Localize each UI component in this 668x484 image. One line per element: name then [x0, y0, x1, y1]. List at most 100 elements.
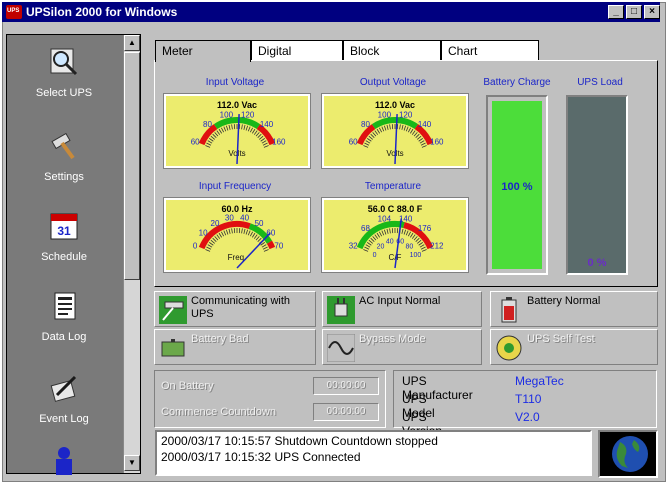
tab-chart[interactable]: Chart	[441, 40, 539, 60]
meter-tick	[401, 228, 404, 234]
meter-tick	[221, 231, 225, 237]
meter-tick-label-inner: 80	[406, 243, 414, 250]
event-log-list[interactable]: 2000/03/17 10:15:57 Shutdown Countdown s…	[155, 430, 592, 476]
meter-tick-label-inner: 40	[386, 239, 394, 246]
log-line: 2000/03/17 10:15:32 UPS Connected	[161, 450, 361, 464]
sidebar-item-schedule[interactable]: 31 Schedule	[7, 205, 121, 283]
meter-tick	[421, 145, 427, 148]
meter-tick	[386, 228, 389, 234]
meter-tick	[374, 130, 379, 135]
ups-app-icon[interactable]	[6, 5, 22, 19]
meter-tick	[381, 126, 385, 132]
meter-tick	[386, 124, 389, 130]
meter-tick	[370, 133, 375, 138]
meter-tick	[207, 244, 213, 248]
output-voltage-meter: 112.0 Vac 6080100120140160Volts	[321, 93, 469, 169]
meter-tick	[368, 135, 373, 140]
ups-load-value: 0 %	[587, 257, 607, 269]
globe-icon	[612, 436, 648, 472]
meter-tick	[403, 125, 407, 131]
sidebar-item-data-log[interactable]: Data Log	[7, 285, 121, 363]
meter-tick	[405, 126, 409, 132]
pen-notepad-icon	[50, 375, 77, 402]
meter-tick	[367, 138, 372, 142]
meter-tick-label: 160	[272, 137, 286, 146]
meter-tick-label: 50	[255, 219, 264, 228]
meter-tick	[415, 237, 420, 242]
minimize-button[interactable]: _	[608, 5, 624, 19]
meter-tick	[417, 135, 422, 140]
meter-tick	[368, 239, 373, 244]
meter-tick	[372, 132, 377, 137]
sidebar-item-user[interactable]	[7, 439, 121, 475]
status-battery-bad: Battery Bad	[154, 329, 316, 365]
sidebar-scrollbar[interactable]: ▲ ▼	[123, 35, 140, 473]
sidebar-item-label: Data Log	[41, 331, 87, 343]
status-text: Communicating with UPS	[191, 295, 291, 320]
meter-tick-label: 80	[203, 120, 212, 129]
meter-tick	[259, 135, 264, 140]
meter-tick	[231, 228, 233, 234]
meter-tick-label: 120	[399, 110, 413, 119]
meter-tick	[417, 239, 422, 244]
ups-info-panel: UPS Manufacturer MegaTec UPS Model T110 …	[393, 370, 657, 438]
scroll-up-button[interactable]: ▲	[124, 35, 140, 51]
meter-tick-label-inner: 100	[410, 252, 422, 259]
meter-tick	[255, 236, 260, 241]
sine-wave-icon	[327, 334, 355, 362]
meter-tick	[214, 236, 219, 241]
meter-tick-label: 10	[199, 228, 208, 237]
tab-meter[interactable]: Meter	[155, 40, 251, 62]
meter-tick-label: 20	[211, 219, 220, 228]
meter-tick	[363, 145, 369, 148]
meter-tick	[405, 230, 409, 236]
info-value: V2.0	[515, 410, 540, 424]
sidebar-item-select-ups[interactable]: Select UPS	[7, 41, 121, 119]
meter-tick	[407, 231, 411, 237]
meter-tick	[411, 234, 416, 239]
meter-tick	[228, 228, 231, 234]
meter-tick	[383, 125, 387, 131]
meter-tick	[419, 244, 425, 248]
meter-tick	[223, 230, 227, 236]
meter-tick	[263, 145, 269, 148]
meter-tick-label: 60	[191, 137, 200, 146]
sidebar-item-event-log[interactable]: Event Log	[7, 367, 121, 445]
meter-tick	[401, 124, 404, 130]
meter-tick	[218, 128, 223, 134]
battery-charge-value: 100 %	[501, 181, 533, 193]
meter-tick-label: 0	[193, 241, 198, 250]
status-text: Battery Normal	[527, 295, 601, 307]
window-title: UPSilon 2000 for Windows	[26, 5, 178, 19]
meter-tick	[261, 140, 267, 144]
scroll-thumb[interactable]	[124, 52, 140, 280]
meter-tick	[205, 145, 211, 148]
meter-tick	[363, 249, 369, 252]
input-voltage-meter: 112.0 Vac 6080100120140160Volts	[163, 93, 311, 169]
meter-tick	[262, 246, 268, 250]
meter-tick-label: 176	[418, 224, 432, 233]
meter-tick	[228, 124, 231, 130]
meter-tick-label: 104	[378, 214, 392, 223]
scroll-down-button[interactable]: ▼	[124, 455, 140, 471]
meter-tick	[249, 231, 253, 237]
magnifier-icon	[50, 48, 78, 76]
maximize-button[interactable]: □	[626, 5, 642, 19]
meter-tick	[205, 249, 211, 252]
close-button[interactable]: ×	[644, 5, 660, 19]
meter-tick	[212, 237, 217, 242]
title-bar[interactable]: UPSilon 2000 for Windows _ □ ×	[2, 2, 660, 22]
tab-digital[interactable]: Digital	[251, 40, 343, 60]
sidebar-item-settings[interactable]: Settings	[7, 125, 121, 203]
meter-tick	[379, 127, 383, 133]
meter-tick	[214, 132, 219, 137]
meter-tick	[409, 232, 414, 238]
temperature-label: Temperature	[364, 181, 422, 192]
meter-tick	[253, 234, 258, 239]
meter-tick	[249, 127, 253, 133]
tab-block[interactable]: Block	[343, 40, 441, 60]
meter-tick	[370, 237, 375, 242]
meter-tick-label: 32	[349, 241, 358, 250]
connection-cable-icon	[159, 296, 187, 324]
meter-tick	[206, 246, 212, 250]
